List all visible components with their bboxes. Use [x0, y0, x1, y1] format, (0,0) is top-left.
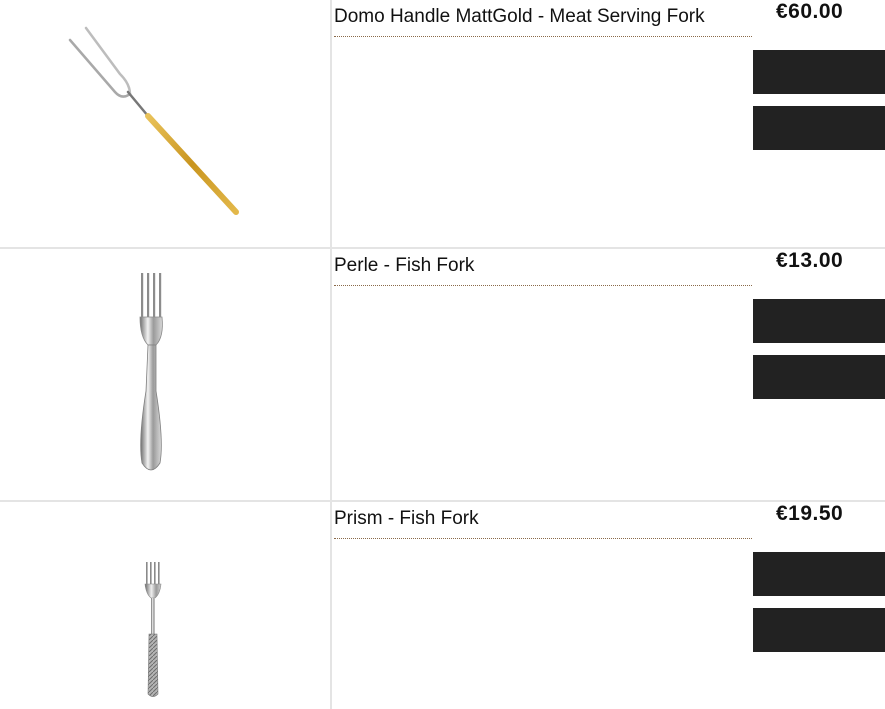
add-to-cart-button[interactable] [753, 299, 885, 343]
product-row: Prism - Fish Fork €19.50 [0, 500, 885, 709]
product-price: €19.50 [776, 502, 844, 525]
add-to-cart-button[interactable] [753, 50, 885, 94]
product-name[interactable]: Prism - Fish Fork [334, 506, 752, 539]
product-details-button[interactable] [753, 106, 885, 150]
product-row: Perle - Fish Fork €13.00 [0, 247, 885, 502]
product-price: €13.00 [776, 249, 844, 272]
product-name[interactable]: Domo Handle MattGold - Meat Serving Fork [334, 4, 752, 37]
product-image-cell[interactable] [0, 249, 332, 502]
add-to-cart-button[interactable] [753, 552, 885, 596]
fish-fork-icon[interactable] [132, 271, 172, 476]
product-details-button[interactable] [753, 608, 885, 652]
product-image-cell[interactable] [0, 0, 332, 253]
product-details-button[interactable] [753, 355, 885, 399]
product-list: Domo Handle MattGold - Meat Serving Fork… [0, 0, 885, 709]
product-name[interactable]: Perle - Fish Fork [334, 253, 752, 286]
product-image-cell[interactable] [0, 502, 332, 709]
product-row: Domo Handle MattGold - Meat Serving Fork… [0, 0, 885, 253]
product-price: €60.00 [776, 0, 844, 23]
fish-fork-icon[interactable] [141, 560, 165, 700]
meat-serving-fork-icon[interactable] [60, 22, 260, 222]
